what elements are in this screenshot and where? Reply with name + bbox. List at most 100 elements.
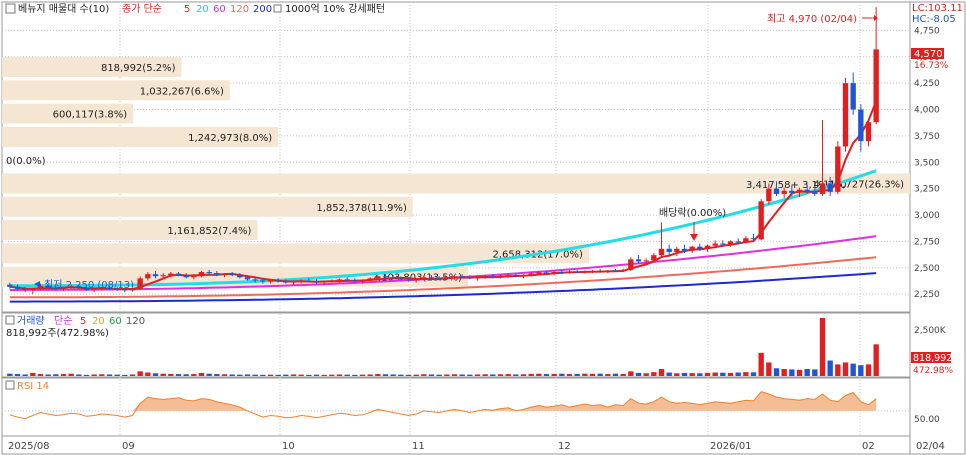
candle-body xyxy=(605,270,611,273)
volume-bar xyxy=(643,373,649,376)
volume-profile-label: 0(0.0%) xyxy=(6,156,46,167)
volume-bar xyxy=(375,374,381,376)
candle-body xyxy=(712,243,718,246)
hc-label: HC:-8.05 xyxy=(912,14,956,25)
candle-body xyxy=(191,276,197,278)
volume-bar xyxy=(237,374,243,376)
candle-body xyxy=(451,276,458,278)
volume-bar xyxy=(444,374,450,376)
volume-profile-label: 1,852,378(11.9%) xyxy=(316,203,407,214)
candle-body xyxy=(283,281,289,283)
candle-body xyxy=(474,277,481,279)
volume-profile-label: 1,161,852(7.4%) xyxy=(167,226,251,237)
volume-bar xyxy=(520,374,527,376)
volume-bar xyxy=(267,374,274,376)
volume-bar xyxy=(221,374,228,376)
volume-bar xyxy=(735,372,741,376)
volume-bar xyxy=(827,360,833,376)
candle-body xyxy=(444,277,450,279)
volume-profile-label: 600,117(3.8%) xyxy=(53,110,128,121)
volume-profile-label: 818,992(5.2%) xyxy=(101,63,176,74)
volume-y-tick: 2,500K xyxy=(914,326,947,336)
volume-bar xyxy=(835,364,841,376)
rsi-checkbox-icon[interactable] xyxy=(5,380,15,390)
candle-body xyxy=(168,273,174,276)
volume-bar xyxy=(428,374,435,376)
volume-bar xyxy=(45,374,51,376)
candle-body xyxy=(674,248,680,252)
volume-bar xyxy=(505,374,511,376)
candle-body xyxy=(589,270,596,272)
x-axis-label: 09 xyxy=(122,441,135,452)
volume-bar xyxy=(451,374,458,376)
volume-bar xyxy=(275,374,281,376)
price-y-tick: 3,000 xyxy=(914,211,940,221)
volume-bar xyxy=(873,344,879,376)
candle-body xyxy=(321,281,327,283)
volume-checkbox-icon[interactable] xyxy=(5,315,15,325)
ma-legend-200: 200 xyxy=(253,4,272,15)
volume-bar xyxy=(513,374,519,376)
volume-bar xyxy=(566,374,573,376)
candle-body xyxy=(505,275,511,277)
candle-body xyxy=(306,280,312,282)
volume-value-line: 818,992주(472.98%) xyxy=(6,328,109,339)
candle-body xyxy=(658,248,665,256)
volume-bar xyxy=(543,374,550,376)
candle-body xyxy=(873,49,879,123)
candle-body xyxy=(704,245,711,249)
chart-title: 베뉴지 매물대 수(10) xyxy=(18,3,109,15)
volume-bar xyxy=(283,374,289,376)
volume-bar xyxy=(528,373,534,376)
candle-body xyxy=(819,183,826,194)
candle-body xyxy=(620,269,626,271)
square-checkbox-icon[interactable] xyxy=(5,3,16,14)
volume-bar xyxy=(597,373,603,376)
candle-body xyxy=(152,274,159,277)
volume-bar xyxy=(697,373,703,376)
volume-bar xyxy=(467,374,473,376)
candle-body xyxy=(344,279,350,281)
volume-bar xyxy=(329,374,335,376)
candle-body xyxy=(804,189,810,192)
volume-bar xyxy=(398,374,404,376)
volume-bar xyxy=(712,372,718,376)
candle-body xyxy=(436,278,442,280)
volume-bar xyxy=(214,374,220,376)
candle-body xyxy=(390,277,396,279)
candle-body xyxy=(865,122,872,142)
candle-body xyxy=(336,279,343,281)
candle-body xyxy=(597,270,603,273)
volume-bar xyxy=(91,374,97,376)
candle-body xyxy=(566,271,573,273)
x-axis-label: 12 xyxy=(558,441,571,452)
volume-bar xyxy=(490,374,496,376)
volume-bar xyxy=(68,373,74,376)
volume-bar xyxy=(804,369,810,376)
volume-bar xyxy=(743,372,749,376)
ma-legend-60: 60 xyxy=(213,4,226,15)
volume-bar xyxy=(83,374,90,376)
candle-body xyxy=(789,190,795,193)
ma-legend-120: 120 xyxy=(230,4,249,15)
volume-bar xyxy=(191,374,197,376)
candle-body xyxy=(352,280,358,282)
candle-body xyxy=(405,279,412,281)
current-price: 4,570 xyxy=(914,49,943,60)
candle-body xyxy=(551,272,557,274)
volume-bar xyxy=(819,318,826,376)
candle-body xyxy=(329,280,335,282)
volume-bar xyxy=(812,369,818,376)
volume-bar xyxy=(413,374,419,376)
pattern-checkbox-icon[interactable] xyxy=(273,4,282,13)
candle-body xyxy=(528,273,534,276)
candle-body xyxy=(428,277,435,279)
candle-body xyxy=(651,255,657,261)
candle-body xyxy=(635,259,642,262)
volume-bar xyxy=(536,373,542,376)
candle-body xyxy=(206,272,212,274)
candle-body xyxy=(459,276,465,278)
volume-bar xyxy=(206,373,212,376)
candle-body xyxy=(727,241,734,245)
volume-bar xyxy=(750,372,757,376)
